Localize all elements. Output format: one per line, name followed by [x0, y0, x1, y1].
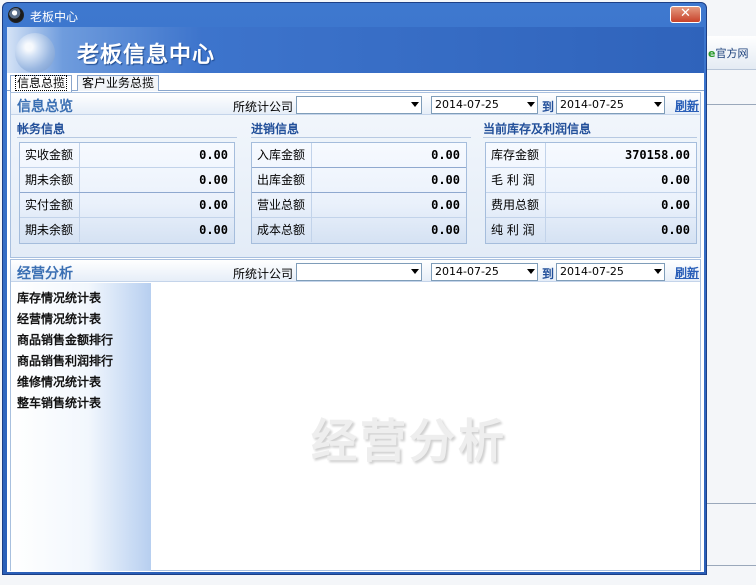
- to-label: 到: [542, 100, 555, 114]
- grid-row: 库存金额 370158.00: [486, 143, 696, 168]
- row-value: 0.00: [431, 198, 460, 212]
- background-official-site-link[interactable]: e官方网: [708, 45, 748, 61]
- chevron-down-icon: [654, 102, 662, 107]
- grid-row: 实收金额 0.00: [20, 143, 234, 168]
- date-from-picker[interactable]: 2014-07-25: [431, 96, 538, 114]
- row-value: 0.00: [199, 173, 228, 187]
- row-label: 出库金额: [252, 168, 312, 192]
- header-banner: 老板信息中心: [7, 27, 704, 73]
- report-item-repair-statistics[interactable]: 维修情况统计表: [17, 373, 101, 390]
- row-value: 0.00: [431, 148, 460, 162]
- chevron-down-icon: [654, 269, 662, 274]
- window-client-area: 老板信息中心 信息总揽 客户业务总揽 信息总览 所统计公司 2014-07-25…: [7, 27, 704, 572]
- close-button[interactable]: ✕: [670, 6, 701, 23]
- date-to-value: 2014-07-25: [560, 98, 624, 111]
- row-label: 实收金额: [20, 143, 80, 167]
- chevron-down-icon: [411, 269, 419, 274]
- group-divider: [251, 137, 471, 138]
- tab-label: 信息总揽: [15, 75, 68, 91]
- row-value: 0.00: [661, 173, 690, 187]
- row-value: 0.00: [431, 173, 460, 187]
- grid-row: 成本总额 0.00: [252, 218, 466, 243]
- app-icon: [8, 7, 24, 23]
- row-value: 0.00: [199, 198, 228, 212]
- company-filter-label: 所统计公司: [233, 267, 294, 281]
- group-divider: [17, 137, 237, 138]
- row-label: 费用总额: [486, 193, 546, 217]
- purchase-grid: 入库金额 0.00 出库金额 0.00 营业总额 0.00 成本总额 0.00: [251, 142, 467, 244]
- report-item-sales-amount-ranking[interactable]: 商品销售金额排行: [17, 331, 113, 348]
- purchase-group-title: 进销信息: [251, 122, 300, 136]
- report-item-stock-statistics[interactable]: 库存情况统计表: [17, 289, 101, 306]
- row-label: 实付金额: [20, 193, 80, 217]
- grid-row: 营业总额 0.00: [252, 193, 466, 218]
- report-item-business-statistics[interactable]: 经营情况统计表: [17, 310, 101, 327]
- to-label: 到: [542, 267, 555, 281]
- tab-strip: 信息总揽 客户业务总揽: [7, 73, 704, 92]
- grid-row: 实付金额 0.00: [20, 193, 234, 218]
- row-label: 期未余额: [20, 168, 80, 192]
- refresh-link[interactable]: 刷新: [675, 97, 699, 114]
- date-to-value: 2014-07-25: [560, 265, 624, 278]
- report-item-sales-profit-ranking[interactable]: 商品销售利润排行: [17, 352, 113, 369]
- business-analysis-panel: 经营分析 所统计公司 2014-07-25 到 2014-07-25 刷新 库存…: [10, 259, 701, 571]
- tab-label: 客户业务总揽: [82, 76, 155, 90]
- banner-title: 老板信息中心: [77, 43, 216, 68]
- grid-row: 出库金额 0.00: [252, 168, 466, 193]
- grid-row: 期未余额 0.00: [20, 218, 234, 243]
- date-from-value: 2014-07-25: [435, 98, 499, 111]
- row-value: 0.00: [661, 198, 690, 212]
- finance-grid: 实收金额 0.00 期未余额 0.00 实付金额 0.00 期未余额 0.00: [19, 142, 235, 244]
- grid-row: 入库金额 0.00: [252, 143, 466, 168]
- row-label: 成本总额: [252, 218, 312, 242]
- background-divider: [707, 565, 756, 566]
- row-value: 370158.00: [624, 148, 690, 162]
- report-item-vehicle-sales-statistics[interactable]: 整车销售统计表: [17, 394, 101, 411]
- refresh-link[interactable]: 刷新: [675, 264, 699, 281]
- row-value: 0.00: [199, 148, 228, 162]
- date-from-picker[interactable]: 2014-07-25: [431, 263, 538, 281]
- company-select[interactable]: [296, 96, 422, 114]
- tab-customer-business[interactable]: 客户业务总揽: [77, 75, 160, 91]
- window-titlebar[interactable]: 老板中心 ✕: [3, 3, 706, 27]
- analysis-watermark: 经营分析: [311, 414, 507, 468]
- date-to-picker[interactable]: 2014-07-25: [556, 263, 665, 281]
- row-label: 入库金额: [252, 143, 312, 167]
- window-title: 老板中心: [30, 10, 79, 24]
- info-overview-panel: 信息总览 所统计公司 2014-07-25 到 2014-07-25 刷新 帐务…: [10, 92, 701, 258]
- row-value: 0.00: [199, 223, 228, 237]
- company-filter-label: 所统计公司: [233, 100, 294, 114]
- panel-title: 信息总览: [17, 99, 73, 115]
- group-divider: [483, 137, 697, 138]
- row-label: 纯 利 润: [486, 218, 546, 242]
- row-label: 期未余额: [20, 218, 80, 242]
- chevron-down-icon: [527, 269, 535, 274]
- row-label: 库存金额: [486, 143, 546, 167]
- tab-info-overview[interactable]: 信息总揽: [10, 75, 73, 92]
- grid-row: 纯 利 润 0.00: [486, 218, 696, 243]
- finance-group-title: 帐务信息: [17, 122, 66, 136]
- chevron-down-icon: [527, 102, 535, 107]
- stock-profit-group-title: 当前库存及利润信息: [483, 122, 592, 136]
- stock-profit-grid: 库存金额 370158.00 毛 利 润 0.00 费用总额 0.00 纯 利 润 0.…: [485, 142, 697, 244]
- grid-row: 毛 利 润 0.00: [486, 168, 696, 193]
- background-link-label: 官方网: [715, 47, 749, 60]
- panel-title: 经营分析: [17, 266, 73, 282]
- company-select[interactable]: [296, 263, 422, 281]
- banner-logo-icon: [15, 33, 55, 73]
- row-label: 营业总额: [252, 193, 312, 217]
- grid-row: 期未余额 0.00: [20, 168, 234, 193]
- date-from-value: 2014-07-25: [435, 265, 499, 278]
- row-label: 毛 利 润: [486, 168, 546, 192]
- chevron-down-icon: [411, 102, 419, 107]
- background-divider: [707, 503, 756, 504]
- row-value: 0.00: [661, 223, 690, 237]
- report-list: 库存情况统计表 经营情况统计表 商品销售金额排行 商品销售利润排行 维修情况统计…: [11, 283, 151, 571]
- background-divider: [707, 104, 756, 105]
- grid-row: 费用总额 0.00: [486, 193, 696, 218]
- date-to-picker[interactable]: 2014-07-25: [556, 96, 665, 114]
- row-value: 0.00: [431, 223, 460, 237]
- boss-center-window: 老板中心 ✕ 老板信息中心 信息总揽 客户业务总揽 信息总览 所统计公司 201…: [2, 2, 707, 575]
